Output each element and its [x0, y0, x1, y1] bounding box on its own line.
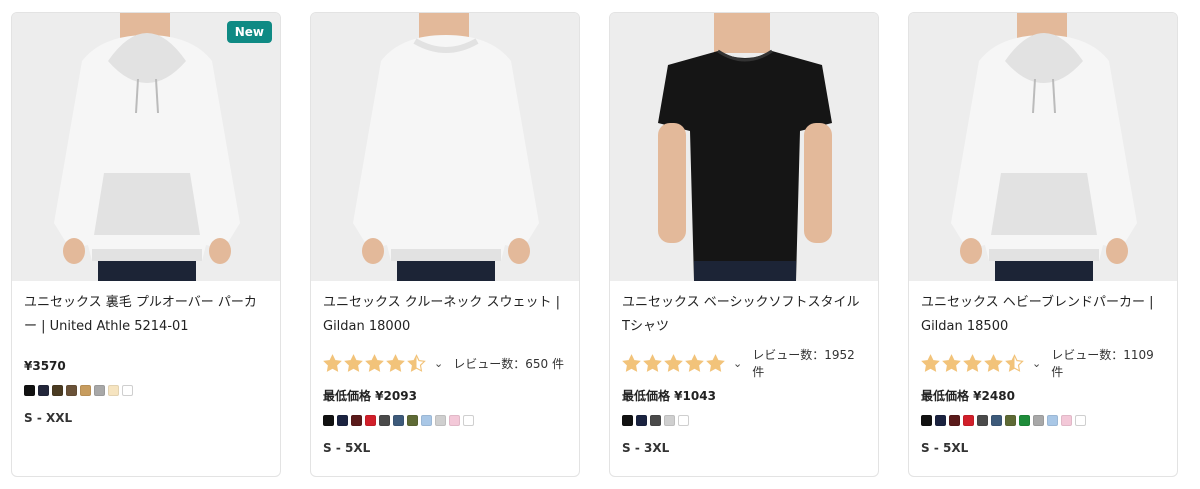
color-swatch[interactable]	[463, 415, 474, 426]
color-swatch[interactable]	[421, 415, 432, 426]
product-image[interactable]	[311, 13, 579, 281]
color-swatch[interactable]	[337, 415, 348, 426]
color-swatch[interactable]	[949, 415, 960, 426]
product-card[interactable]: ユニセックス クルーネック スウェット | Gildan 18000 ⌄ レビュ…	[310, 12, 580, 477]
color-swatch[interactable]	[407, 415, 418, 426]
product-title[interactable]: ユニセックス クルーネック スウェット | Gildan 18000	[323, 291, 567, 339]
color-swatch[interactable]	[94, 385, 105, 396]
product-card[interactable]: New ユニセックス 裏毛 プルオーバー パーカー | United Athle…	[11, 12, 281, 477]
star-icon	[942, 353, 961, 372]
review-count: レビュー数：650 件	[453, 356, 564, 371]
color-swatch[interactable]	[435, 415, 446, 426]
star-icon	[664, 353, 683, 372]
product-title[interactable]: ユニセックス ベーシックソフトスタイル Tシャツ	[622, 291, 866, 339]
star-icon	[685, 353, 704, 372]
color-swatches	[921, 415, 1165, 427]
color-swatch[interactable]	[1047, 415, 1058, 426]
star-icon	[706, 353, 725, 372]
color-swatch[interactable]	[38, 385, 49, 396]
star-icon	[323, 353, 342, 372]
star-icon	[365, 353, 384, 372]
product-title[interactable]: ユニセックス ヘビーブレンドパーカー | Gildan 18500	[921, 291, 1165, 339]
size-range: S - 5XL	[323, 441, 371, 455]
size-range: S - XXL	[24, 411, 73, 425]
product-title[interactable]: ユニセックス 裏毛 プルオーバー パーカー | United Athle 521…	[24, 291, 268, 339]
color-swatch[interactable]	[935, 415, 946, 426]
star-icon	[386, 353, 405, 372]
color-swatch[interactable]	[1061, 415, 1072, 426]
color-swatch[interactable]	[678, 415, 689, 426]
color-swatch[interactable]	[379, 415, 390, 426]
new-badge: New	[226, 21, 272, 43]
color-swatch[interactable]	[66, 385, 77, 396]
color-swatch[interactable]	[351, 415, 362, 426]
star-rating	[323, 353, 426, 373]
color-swatch[interactable]	[52, 385, 63, 396]
color-swatch[interactable]	[1019, 415, 1030, 426]
star-icon	[984, 353, 1003, 372]
color-swatch[interactable]	[108, 385, 119, 396]
product-card[interactable]: ユニセックス ベーシックソフトスタイル Tシャツ ⌄ レビュー数：1952 件 …	[609, 12, 879, 477]
star-icon	[921, 353, 940, 372]
product-price: 最低価格 ¥2480	[921, 389, 1015, 403]
product-price: 最低価格 ¥2093	[323, 389, 417, 403]
color-swatch[interactable]	[449, 415, 460, 426]
color-swatch[interactable]	[365, 415, 376, 426]
product-price: 最低価格 ¥1043	[622, 389, 716, 403]
color-swatches	[622, 415, 866, 427]
star-icon	[407, 353, 426, 372]
color-swatch[interactable]	[122, 385, 133, 396]
star-icon	[344, 353, 363, 372]
color-swatch[interactable]	[921, 415, 932, 426]
product-image[interactable]	[610, 13, 878, 281]
star-rating	[921, 353, 1024, 373]
color-swatches	[24, 385, 268, 397]
review-count: レビュー数：1952 件	[752, 348, 855, 379]
color-swatch[interactable]	[963, 415, 974, 426]
color-swatch[interactable]	[1005, 415, 1016, 426]
star-rating	[622, 353, 725, 373]
rating-row: ⌄ レビュー数：1109 件	[921, 348, 1165, 379]
product-image[interactable]	[12, 13, 280, 281]
color-swatch[interactable]	[664, 415, 675, 426]
rating-row: ⌄ レビュー数：1952 件	[622, 348, 866, 379]
color-swatches	[323, 415, 567, 427]
chevron-down-icon[interactable]: ⌄	[434, 357, 443, 370]
color-swatch[interactable]	[991, 415, 1002, 426]
star-icon	[963, 353, 982, 372]
star-icon	[643, 353, 662, 372]
star-icon	[1005, 353, 1024, 372]
product-image[interactable]	[909, 13, 1177, 281]
color-swatch[interactable]	[393, 415, 404, 426]
chevron-down-icon[interactable]: ⌄	[1032, 357, 1041, 370]
product-price: ¥3570	[24, 359, 66, 373]
product-card[interactable]: ユニセックス ヘビーブレンドパーカー | Gildan 18500 ⌄ レビュー…	[908, 12, 1178, 477]
size-range: S - 3XL	[622, 441, 670, 455]
size-range: S - 5XL	[921, 441, 969, 455]
color-swatch[interactable]	[977, 415, 988, 426]
product-grid: New ユニセックス 裏毛 プルオーバー パーカー | United Athle…	[0, 0, 1200, 489]
color-swatch[interactable]	[1075, 415, 1086, 426]
color-swatch[interactable]	[636, 415, 647, 426]
color-swatch[interactable]	[650, 415, 661, 426]
rating-row: ⌄ レビュー数：650 件	[323, 353, 567, 373]
color-swatch[interactable]	[24, 385, 35, 396]
color-swatch[interactable]	[323, 415, 334, 426]
color-swatch[interactable]	[1033, 415, 1044, 426]
review-count: レビュー数：1109 件	[1051, 348, 1154, 379]
chevron-down-icon[interactable]: ⌄	[733, 357, 742, 370]
star-icon	[622, 353, 641, 372]
color-swatch[interactable]	[80, 385, 91, 396]
color-swatch[interactable]	[622, 415, 633, 426]
